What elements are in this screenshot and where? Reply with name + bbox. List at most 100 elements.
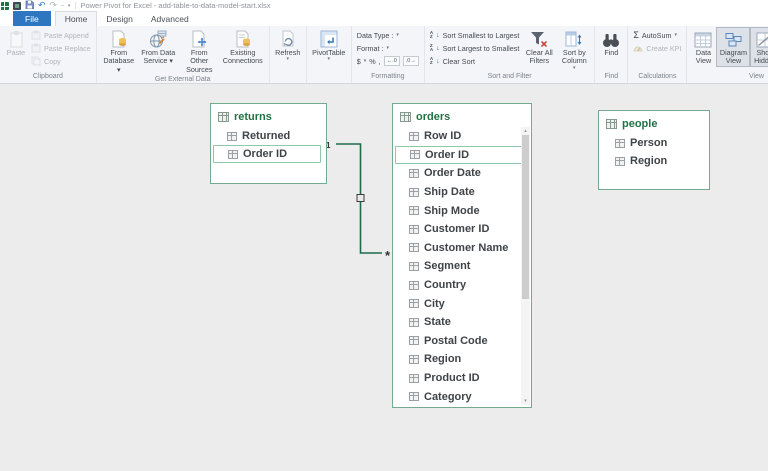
save-icon[interactable]	[25, 0, 34, 11]
field-row[interactable]: Row ID	[393, 127, 531, 146]
clear-sort-arrow-icon: ↓	[436, 58, 440, 65]
column-icon	[228, 150, 238, 159]
from-database-button[interactable]: From Database ▾	[100, 27, 138, 75]
refresh-button[interactable]: Refresh ▾	[273, 27, 303, 63]
currency-format-button[interactable]: $	[357, 57, 361, 66]
percent-format-button[interactable]: %	[369, 57, 375, 66]
sort-by-column-caret-icon: ▾	[573, 66, 576, 71]
sort-by-column-button[interactable]: Sort by Column ▾	[557, 27, 591, 72]
field-row[interactable]: Customer Name	[393, 239, 531, 258]
show-hidden-button[interactable]: Show Hidden	[750, 27, 768, 67]
field-row[interactable]: Product ID	[393, 369, 531, 388]
returns-table-header[interactable]: returns	[211, 104, 326, 127]
find-button[interactable]: Find	[598, 27, 624, 58]
table-card-people[interactable]: people Person Region	[598, 110, 710, 190]
field-row[interactable]: Person	[599, 134, 709, 152]
ribbon-group-pivottable: PivotTable ▾	[307, 26, 352, 83]
clear-all-filters-button[interactable]: Clear All Filters	[521, 27, 557, 67]
field-row-order-id-selected[interactable]: Order ID	[395, 146, 522, 165]
comma-format-button[interactable]: ,	[379, 57, 381, 66]
field-row[interactable]: Category	[393, 387, 531, 406]
column-icon	[409, 374, 419, 383]
scrollbar-up-icon[interactable]: ▴	[521, 127, 530, 135]
from-data-service-label: From Data Service ▾	[141, 49, 176, 66]
field-label: Region	[630, 155, 667, 167]
field-row[interactable]: Postal Code	[393, 332, 531, 351]
existing-connections-button[interactable]: Existing Connections	[220, 27, 266, 67]
table-icon	[400, 112, 411, 122]
pivottable-button[interactable]: PivotTable ▾	[310, 27, 348, 63]
paste-replace-button[interactable]: Paste Replace	[29, 42, 93, 54]
create-kpi-button[interactable]: Create KPI	[631, 42, 683, 54]
field-label: Customer Name	[424, 242, 508, 254]
column-icon	[227, 132, 237, 141]
sort-ascending-label: Sort Smallest to Largest	[443, 31, 520, 40]
redo-icon[interactable]: ↷	[50, 1, 58, 10]
tab-home[interactable]: Home	[55, 11, 98, 26]
data-view-label: Data View	[693, 49, 713, 66]
copy-icon	[31, 56, 41, 66]
autosum-caret-icon: ▾	[674, 33, 677, 38]
copy-button[interactable]: Copy	[29, 55, 93, 67]
paste-replace-label: Paste Replace	[44, 44, 91, 53]
scrollbar-down-icon[interactable]: ▾	[521, 397, 530, 405]
tab-design[interactable]: Design	[97, 11, 141, 26]
scrollbar-thumb[interactable]	[522, 135, 529, 299]
diagram-view-button[interactable]: Diagram View	[716, 27, 750, 67]
format-dropdown[interactable]: Format : ▾	[355, 42, 421, 54]
autosum-sigma-icon: Σ	[633, 31, 639, 40]
clear-sort-button[interactable]: AZ ↓ Clear Sort	[428, 55, 521, 67]
powerpivot-window-icon[interactable]	[13, 2, 21, 10]
field-row[interactable]: Customer ID	[393, 220, 531, 239]
table-card-orders[interactable]: orders Row ID Order ID Order Date Ship D…	[392, 103, 532, 408]
existing-connections-icon	[234, 29, 252, 48]
column-icon	[409, 225, 419, 234]
increase-decimal-button[interactable]: ←.0	[384, 56, 400, 66]
existing-connections-label: Existing Connections	[223, 49, 263, 66]
field-row[interactable]: Ship Mode	[393, 201, 531, 220]
people-table-header[interactable]: people	[599, 111, 709, 134]
from-data-service-button[interactable]: From Data Service ▾	[138, 27, 179, 67]
currency-caret-icon[interactable]: ▾	[364, 59, 367, 64]
field-label: Category	[424, 391, 472, 403]
field-row[interactable]: City	[393, 294, 531, 313]
orders-scrollbar[interactable]: ▴ ▾	[521, 127, 530, 405]
autosum-button[interactable]: Σ AutoSum ▾	[631, 29, 683, 41]
orders-table-name: orders	[416, 111, 450, 123]
find-group-label: Find	[598, 72, 624, 83]
decrease-decimal-button[interactable]: .0→	[403, 56, 419, 66]
orders-table-header[interactable]: orders	[393, 104, 531, 127]
field-row[interactable]: Segment	[393, 257, 531, 276]
paste-clipboard-icon	[9, 29, 24, 48]
table-card-returns[interactable]: returns Returned Order ID	[210, 103, 327, 184]
sort-za-icon: ZA	[430, 44, 433, 53]
field-row[interactable]: Region	[393, 350, 531, 369]
data-type-dropdown[interactable]: Data Type : ▾	[355, 29, 421, 41]
sort-descending-button[interactable]: ZA ↓ Sort Largest to Smallest	[428, 42, 521, 54]
field-row[interactable]: Country	[393, 276, 531, 295]
diagram-canvas[interactable]: 1 * returns Returned Order ID orders Row…	[0, 84, 768, 471]
field-row[interactable]: Region	[599, 152, 709, 170]
paste-button[interactable]: Paste	[3, 27, 29, 58]
calculations-group-label: Calculations	[631, 72, 683, 83]
show-hidden-label: Show Hidden	[753, 49, 768, 66]
field-row[interactable]: Ship Date	[393, 183, 531, 202]
qat-customize-caret-icon[interactable]: ▾	[68, 3, 71, 9]
field-row[interactable]: State	[393, 313, 531, 332]
field-row-returned[interactable]: Returned	[211, 127, 326, 145]
paste-append-button[interactable]: Paste Append	[29, 29, 93, 41]
sort-by-column-icon	[565, 29, 583, 48]
tab-file[interactable]: File	[13, 11, 51, 26]
create-kpi-icon	[633, 43, 643, 53]
field-label: Returned	[242, 130, 290, 142]
undo-icon[interactable]: ↶	[38, 1, 46, 10]
tab-advanced[interactable]: Advanced	[142, 11, 198, 26]
data-view-button[interactable]: Data View	[690, 27, 716, 67]
field-row[interactable]: Order Date	[393, 164, 531, 183]
from-other-sources-button[interactable]: From Other Sources	[179, 27, 220, 75]
qat-overflow-dash-icon: ‒	[61, 3, 64, 9]
clear-filters-funnel-icon	[529, 29, 549, 48]
data-type-caret-icon: ▾	[396, 33, 399, 38]
field-row-order-id-selected[interactable]: Order ID	[213, 145, 321, 163]
sort-ascending-button[interactable]: AZ ↓ Sort Smallest to Largest	[428, 29, 521, 41]
